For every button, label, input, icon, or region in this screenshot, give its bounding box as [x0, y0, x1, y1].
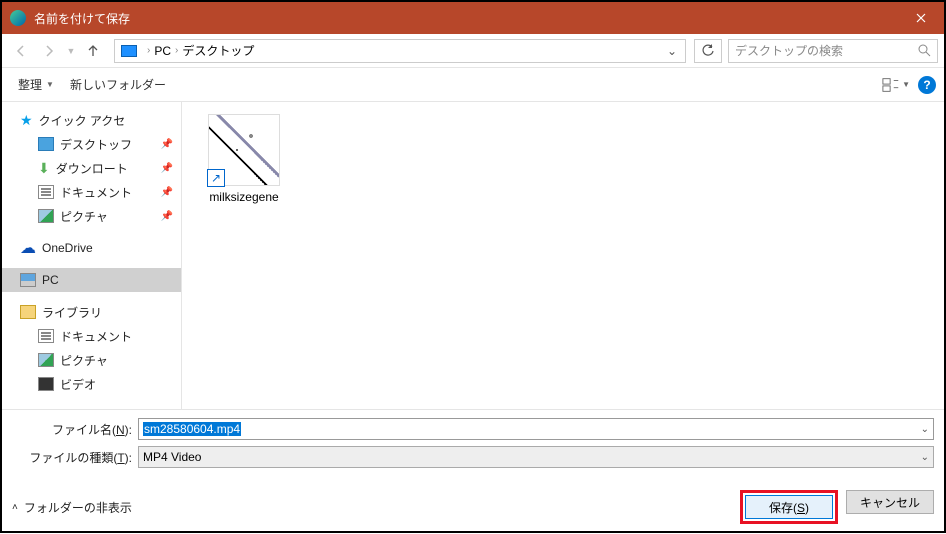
sidebar-item-lib-video[interactable]: ビデオ: [2, 372, 181, 396]
search-input[interactable]: デスクトップの検索: [728, 39, 938, 63]
star-icon: ★: [20, 112, 33, 129]
sidebar-item-downloads[interactable]: ⬇ダウンロート📌: [2, 156, 181, 180]
file-item[interactable]: ↗ milksizegene: [194, 114, 294, 204]
library-icon: [20, 305, 36, 319]
filename-input[interactable]: sm28580604.mp4 ⌄: [138, 418, 934, 440]
filetype-select[interactable]: MP4 Video ⌄: [138, 446, 934, 468]
shortcut-arrow-icon: ↗: [207, 169, 225, 187]
sidebar-item-library[interactable]: ライブラリ: [2, 300, 181, 324]
chevron-right-icon: ›: [147, 45, 150, 56]
app-icon: [10, 10, 26, 26]
organize-menu[interactable]: 整理 ▼: [10, 72, 62, 97]
breadcrumb-pc[interactable]: PC: [154, 44, 171, 58]
document-icon: [38, 185, 54, 199]
toolbar: 整理 ▼ 新しいフォルダー ▼ ?: [2, 68, 944, 102]
cancel-button[interactable]: キャンセル: [846, 490, 934, 514]
filetype-label: ファイルの種類(T):: [12, 449, 132, 466]
sidebar-item-pc[interactable]: PC: [2, 268, 181, 292]
document-icon: [38, 329, 54, 343]
new-folder-button[interactable]: 新しいフォルダー: [62, 72, 174, 97]
chevron-down-icon: ▼: [902, 80, 910, 89]
chevron-right-icon: ›: [175, 45, 178, 56]
pin-icon: 📌: [161, 211, 173, 222]
close-button[interactable]: [898, 2, 944, 34]
video-icon: [38, 377, 54, 391]
sidebar-item-desktop[interactable]: デスクトッフ📌: [2, 132, 181, 156]
save-button[interactable]: 保存(S): [745, 495, 833, 519]
desktop-icon: [38, 137, 54, 151]
sidebar-item-lib-documents[interactable]: ドキュメント: [2, 324, 181, 348]
sidebar-item-quickaccess[interactable]: ★クイック アクセ: [2, 108, 181, 132]
title-bar: 名前を付けて保存: [2, 2, 944, 34]
forward-button[interactable]: [36, 38, 62, 64]
sidebar: ★クイック アクセ デスクトッフ📌 ⬇ダウンロート📌 ドキュメント📌 ピクチャ📌…: [2, 102, 182, 409]
pin-icon: 📌: [161, 163, 173, 174]
file-thumbnail: ↗: [208, 114, 280, 186]
breadcrumb-dropdown[interactable]: ⌄: [659, 44, 685, 58]
window-title: 名前を付けて保存: [34, 10, 898, 27]
pin-icon: 📌: [161, 187, 173, 198]
sidebar-item-pictures[interactable]: ピクチャ📌: [2, 204, 181, 228]
nav-bar: ▼ › PC › デスクトップ ⌄ デスクトップの検索: [2, 34, 944, 68]
view-button[interactable]: ▼: [882, 74, 910, 96]
hide-folders-toggle[interactable]: ˄ フォルダーの非表示: [12, 499, 132, 516]
refresh-button[interactable]: [694, 39, 722, 63]
filename-label: ファイル名(N):: [12, 421, 132, 438]
pictures-icon: [38, 353, 54, 367]
bottom-panel: ファイル名(N): sm28580604.mp4 ⌄ ファイルの種類(T): M…: [2, 409, 944, 534]
main-area: ★クイック アクセ デスクトッフ📌 ⬇ダウンロート📌 ドキュメント📌 ピクチャ📌…: [2, 102, 944, 409]
sidebar-item-documents[interactable]: ドキュメント📌: [2, 180, 181, 204]
footer: ˄ フォルダーの非表示 保存(S) キャンセル: [12, 474, 934, 524]
pc-icon: [20, 273, 36, 287]
chevron-down-icon: ▼: [46, 80, 54, 89]
file-name: milksizegene: [194, 190, 294, 204]
recent-dropdown[interactable]: ▼: [64, 38, 78, 64]
pin-icon: 📌: [161, 139, 173, 150]
pictures-icon: [38, 209, 54, 223]
location-icon: [121, 45, 137, 57]
chevron-down-icon[interactable]: ⌄: [921, 452, 929, 463]
help-button[interactable]: ?: [918, 76, 936, 94]
breadcrumb[interactable]: › PC › デスクトップ ⌄: [114, 39, 686, 63]
breadcrumb-location[interactable]: デスクトップ: [182, 42, 254, 59]
file-list[interactable]: ↗ milksizegene: [182, 102, 944, 409]
chevron-down-icon[interactable]: ⌄: [921, 424, 929, 435]
filetype-row: ファイルの種類(T): MP4 Video ⌄: [12, 446, 934, 468]
cloud-icon: ☁: [20, 238, 36, 258]
sidebar-item-lib-pictures[interactable]: ピクチャ: [2, 348, 181, 372]
up-button[interactable]: [80, 38, 106, 64]
chevron-up-icon: ˄: [12, 502, 18, 513]
save-highlight: 保存(S): [740, 490, 838, 524]
download-icon: ⬇: [38, 160, 50, 177]
sidebar-item-onedrive[interactable]: ☁OneDrive: [2, 236, 181, 260]
filename-row: ファイル名(N): sm28580604.mp4 ⌄: [12, 418, 934, 440]
search-icon: [918, 44, 931, 57]
back-button[interactable]: [8, 38, 34, 64]
search-placeholder: デスクトップの検索: [735, 42, 918, 59]
